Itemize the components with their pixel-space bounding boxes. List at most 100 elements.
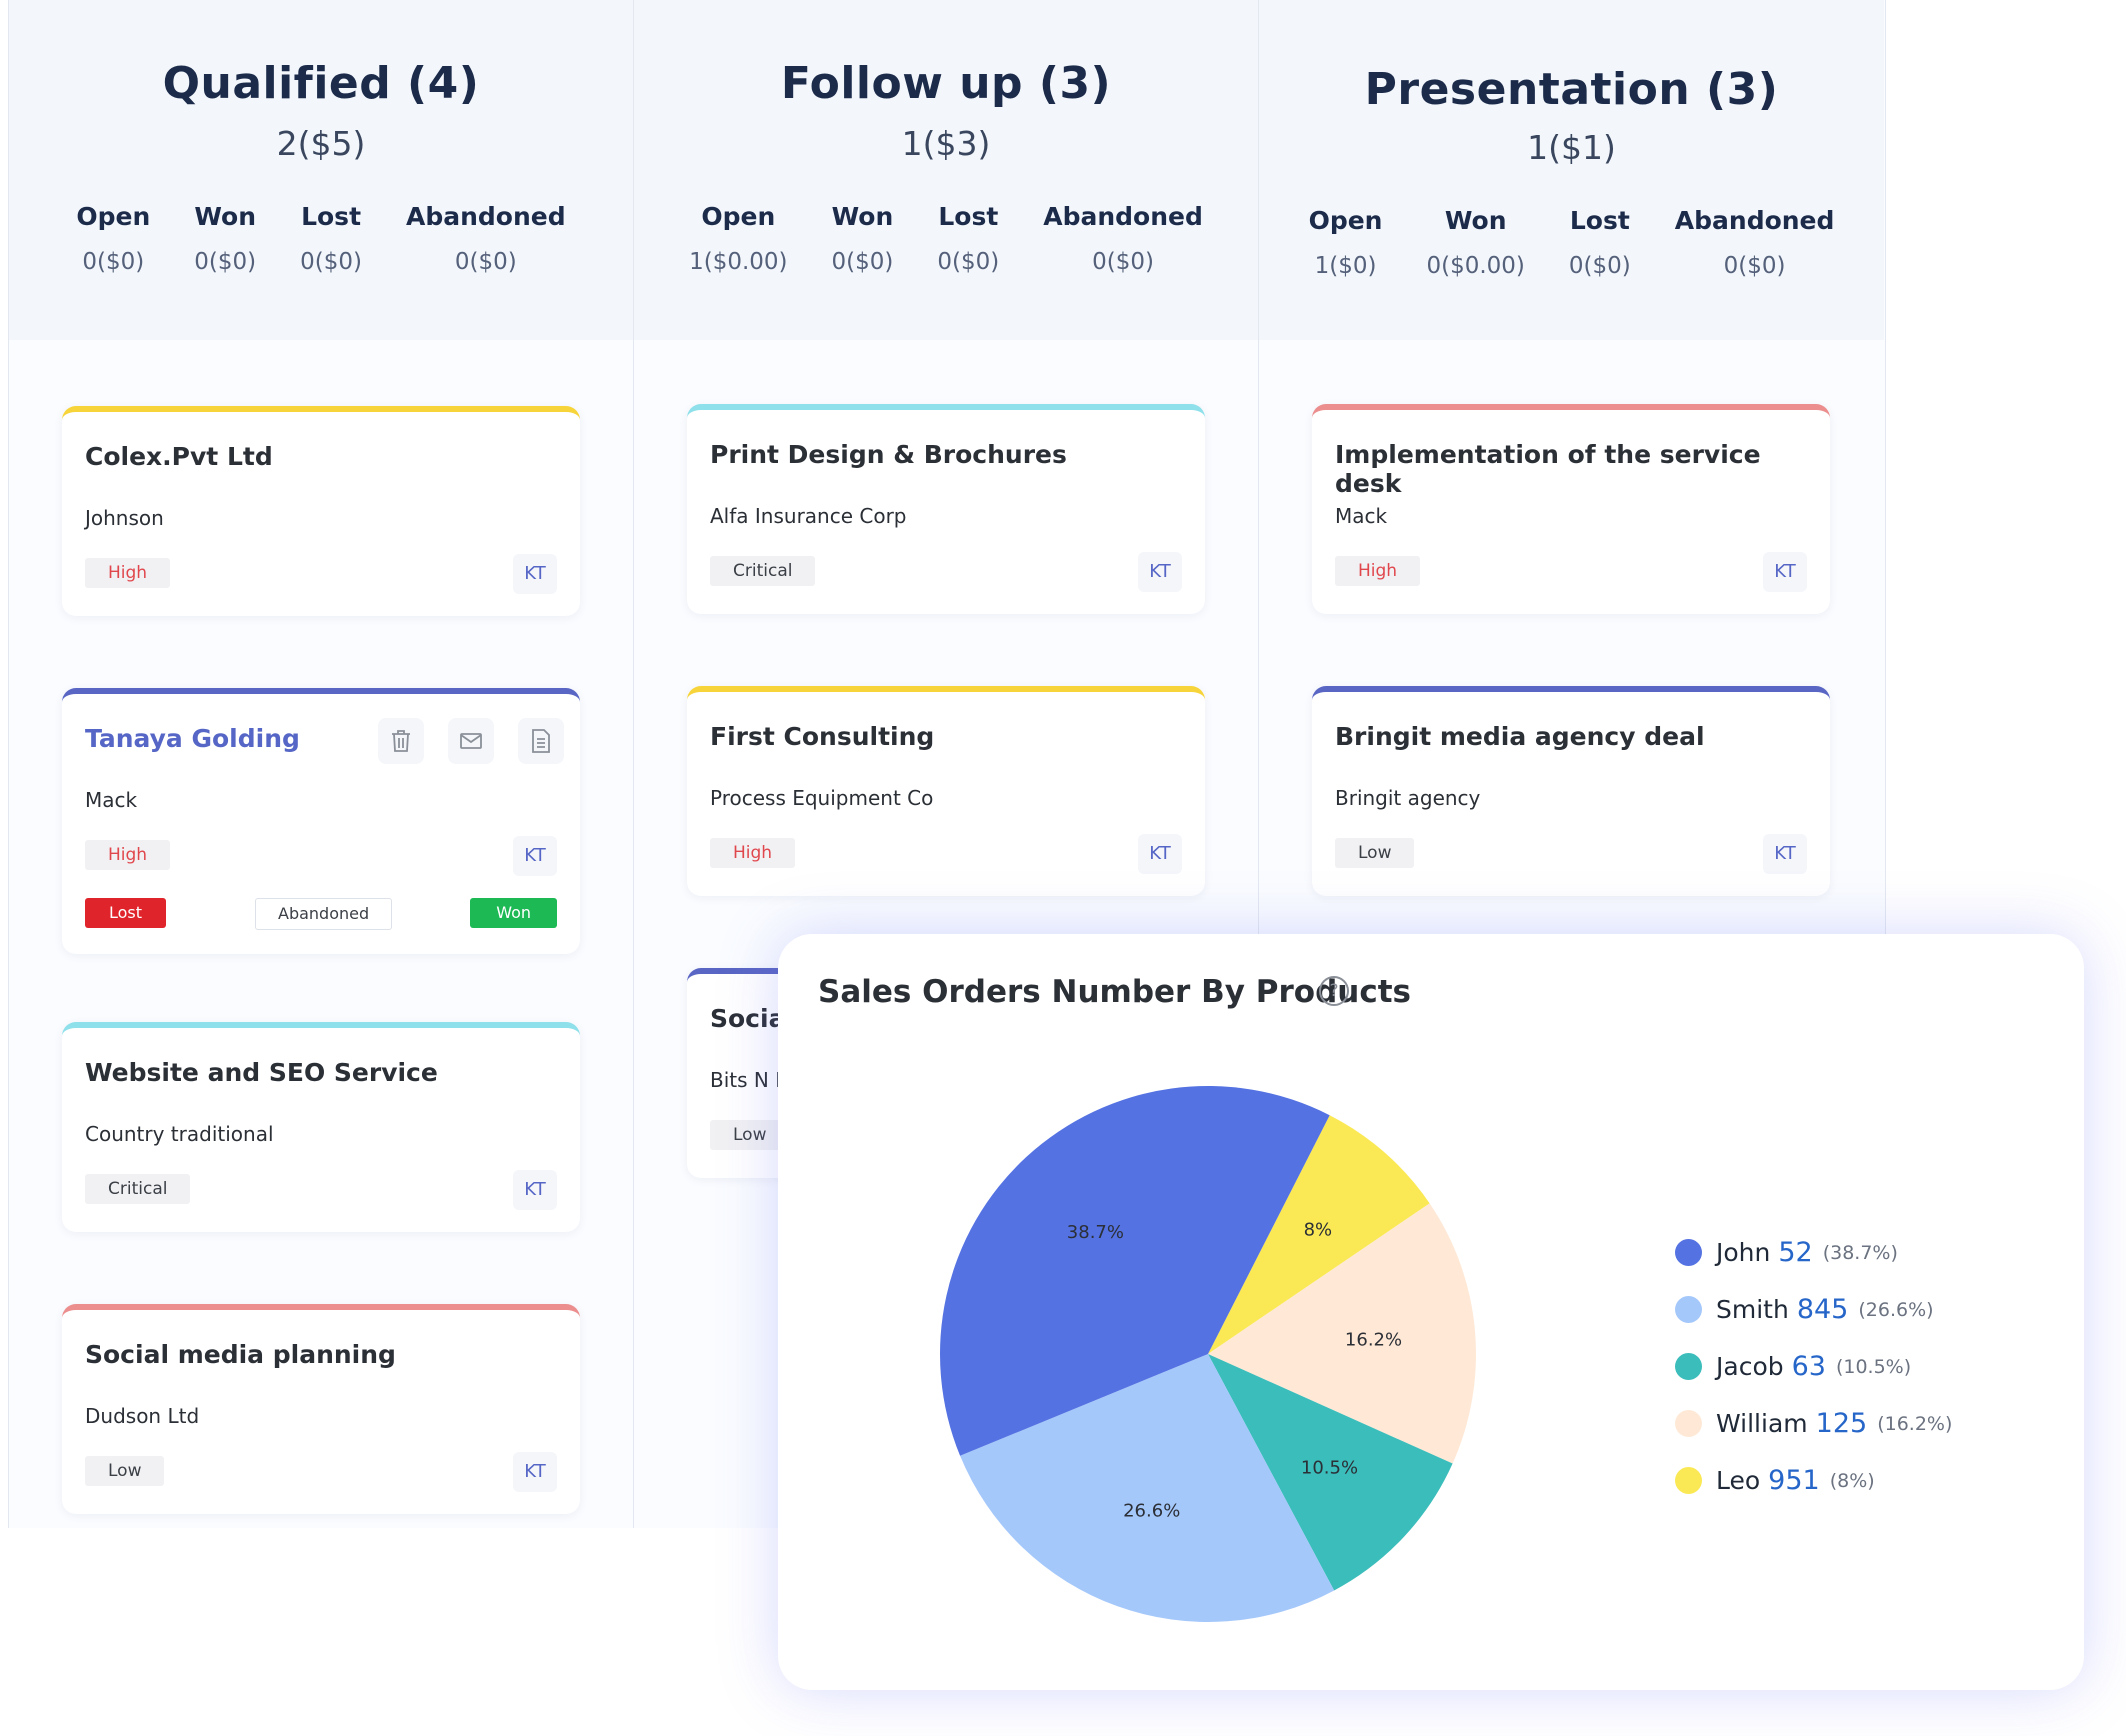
owner-avatar[interactable]: KT xyxy=(513,1170,557,1210)
legend-item-jacob[interactable]: Jacob 63 (10.5%) xyxy=(1675,1338,1952,1395)
owner-avatar[interactable]: KT xyxy=(1138,552,1182,592)
deal-title[interactable]: Implementation of the service desk xyxy=(1335,440,1830,498)
stat-label: Open xyxy=(76,202,151,231)
legend-name: Leo xyxy=(1716,1466,1761,1495)
deal-contact: Bits N P xyxy=(710,1068,788,1092)
stat-value: 0($0) xyxy=(194,249,257,275)
stat-won: Won 0($0) xyxy=(172,202,278,275)
legend-value: 845 xyxy=(1796,1294,1849,1325)
column-header: Qualified (4) 2($5) Open 0($0) Won 0($0) L… xyxy=(9,0,633,340)
owner-avatar[interactable]: KT xyxy=(513,1452,557,1492)
deal-contact: Mack xyxy=(1335,504,1388,528)
stat-abandoned: Abandoned 0($0) xyxy=(1021,202,1225,275)
document-button[interactable] xyxy=(518,718,564,764)
slice-label: 38.7% xyxy=(1067,1222,1124,1243)
stat-abandoned: Abandoned 0($0) xyxy=(384,202,588,275)
deal-title[interactable]: Bringit media agency deal xyxy=(1335,722,1705,751)
stat-open: Open 1($0.00) xyxy=(667,202,809,275)
slice-label: 8% xyxy=(1304,1219,1333,1240)
legend-value: 63 xyxy=(1791,1351,1826,1382)
document-icon xyxy=(532,729,550,753)
legend-item-john[interactable]: John 52 (38.7%) xyxy=(1675,1224,1952,1281)
deal-card[interactable]: Print Design & Brochures Alfa Insurance … xyxy=(687,404,1205,614)
deal-contact: Process Equipment Co xyxy=(710,786,934,810)
chart-legend: John 52 (38.7%) Smith 845 (26.6%) Jacob 63 (10.5… xyxy=(1675,1224,1952,1509)
column-header: Follow up (3) 1($3) Open 1($0.00) Won 0($0… xyxy=(634,0,1258,340)
stat-label: Lost xyxy=(938,202,999,231)
owner-avatar[interactable]: KT xyxy=(1763,834,1807,874)
priority-badge: High xyxy=(85,558,171,588)
legend-percent: (26.6%) xyxy=(1858,1298,1934,1321)
legend-value: 52 xyxy=(1778,1237,1813,1268)
stat-value: 0($0) xyxy=(937,249,1000,275)
stat-label: Lost xyxy=(1569,206,1630,235)
deal-card-expanded[interactable]: Tanaya Golding Mack High KT Lost Abandon… xyxy=(62,688,580,954)
column-total: 2($5) xyxy=(276,124,366,163)
priority-badge: Low xyxy=(85,1456,165,1486)
stat-value: 1($0.00) xyxy=(689,249,788,275)
stat-label: Open xyxy=(701,202,776,231)
column-total: 1($1) xyxy=(1527,128,1616,167)
legend-name: Jacob xyxy=(1716,1352,1784,1381)
owner-avatar[interactable]: KT xyxy=(1763,552,1807,592)
owner-avatar[interactable]: KT xyxy=(513,836,557,876)
mark-abandoned-button[interactable]: Abandoned xyxy=(255,898,393,930)
deal-card[interactable]: First Consulting Process Equipment Co Hi… xyxy=(687,686,1205,896)
legend-dot xyxy=(1675,1353,1702,1380)
deal-card[interactable]: Implementation of the service desk Mack … xyxy=(1312,404,1830,614)
deal-title[interactable]: Social media planning xyxy=(85,1340,396,1369)
legend-item-leo[interactable]: Leo 951 (8%) xyxy=(1675,1452,1952,1509)
deal-card[interactable]: Bringit media agency deal Bringit agency… xyxy=(1312,686,1830,896)
stat-value: 1($0) xyxy=(1314,253,1377,279)
stat-lost: Lost 0($0) xyxy=(278,202,384,275)
legend-dot xyxy=(1675,1239,1702,1266)
deal-card[interactable]: Website and SEO Service Country traditio… xyxy=(62,1022,580,1232)
deal-card[interactable]: Social media planning Dudson Ltd Low KT xyxy=(62,1304,580,1514)
deal-title[interactable]: Website and SEO Service xyxy=(85,1058,438,1087)
stat-open: Open 1($0) xyxy=(1287,206,1405,279)
stat-value: 0($0) xyxy=(831,249,894,275)
delete-button[interactable] xyxy=(378,718,424,764)
legend-percent: (38.7%) xyxy=(1822,1241,1898,1264)
deal-contact: Alfa Insurance Corp xyxy=(710,504,907,528)
column-stats: Open 1($0.00) Won 0($0) Lost 0($0) Abandone… xyxy=(634,202,1258,275)
column-header: Presentation (3) 1($1) Open 1($0) Won 0($0… xyxy=(1259,0,1884,340)
legend-name: William xyxy=(1716,1409,1808,1438)
deal-title[interactable]: First Consulting xyxy=(710,722,934,751)
mark-lost-button[interactable]: Lost xyxy=(85,898,167,928)
column-stats: Open 1($0) Won 0($0.00) Lost 0($0) Abandone… xyxy=(1259,206,1884,279)
legend-percent: (10.5%) xyxy=(1835,1355,1912,1378)
stat-label: Open xyxy=(1308,206,1383,235)
deal-contact: Country traditional xyxy=(85,1122,274,1146)
legend-percent: (16.2%) xyxy=(1877,1412,1953,1435)
stat-value: 0($0) xyxy=(454,249,517,275)
stat-abandoned: Abandoned 0($0) xyxy=(1653,206,1857,279)
deal-title[interactable]: Colex.Pvt Ltd xyxy=(85,442,273,471)
stat-label: Abandoned xyxy=(1043,202,1203,231)
deal-title[interactable]: Tanaya Golding xyxy=(85,724,300,753)
priority-badge: High xyxy=(710,838,796,868)
owner-avatar[interactable]: KT xyxy=(513,554,557,594)
legend-item-william[interactable]: William 125 (16.2%) xyxy=(1675,1395,1952,1452)
stat-label: Won xyxy=(1444,206,1507,235)
slice-label: 10.5% xyxy=(1301,1457,1358,1478)
email-button[interactable] xyxy=(448,718,494,764)
deal-contact: Dudson Ltd xyxy=(85,1404,200,1428)
deal-card[interactable]: Colex.Pvt Ltd Johnson High KT xyxy=(62,406,580,616)
stat-won: Won 0($0.00) xyxy=(1404,206,1546,279)
deal-title[interactable]: Socia xyxy=(710,1004,785,1033)
deal-title[interactable]: Print Design & Brochures xyxy=(710,440,1067,469)
column-title: Qualified (4) xyxy=(162,58,480,109)
stat-value: 0($0) xyxy=(1092,249,1154,275)
owner-avatar[interactable]: KT xyxy=(1138,834,1182,874)
mark-won-button[interactable]: Won xyxy=(470,898,557,928)
slice-label: 16.2% xyxy=(1345,1329,1402,1350)
stat-label: Lost xyxy=(301,202,362,231)
legend-dot xyxy=(1675,1467,1702,1494)
column-total: 1($3) xyxy=(901,124,991,163)
legend-name: Smith xyxy=(1716,1295,1789,1324)
legend-item-smith[interactable]: Smith 845 (26.6%) xyxy=(1675,1281,1952,1338)
help-icon[interactable]: ? xyxy=(1319,976,1349,1006)
stat-label: Abandoned xyxy=(1674,206,1835,235)
stat-value: 0($0) xyxy=(82,249,145,275)
